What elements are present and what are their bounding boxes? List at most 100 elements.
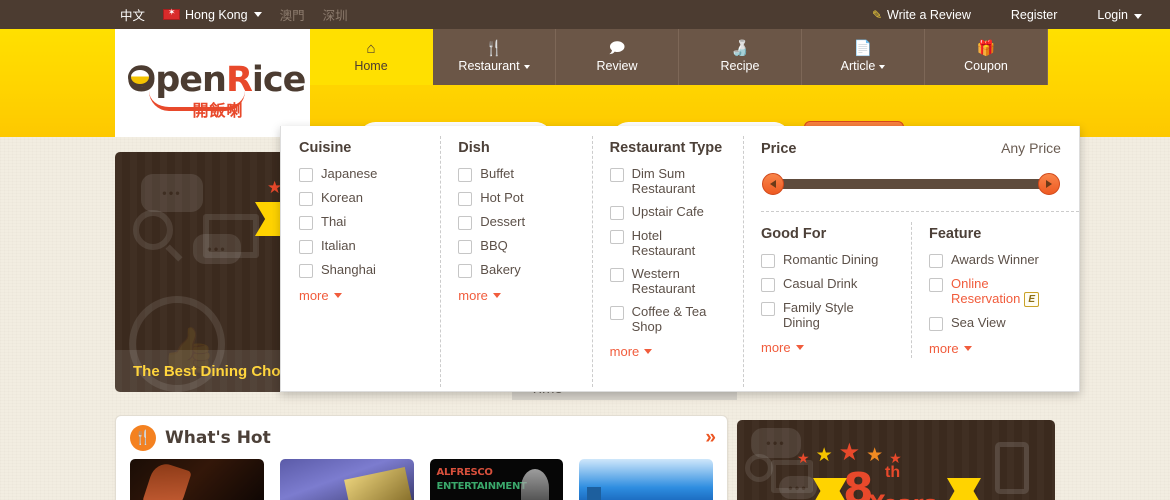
nav-item-article[interactable]: 📄 Article: [802, 29, 925, 85]
checkbox-icon[interactable]: [299, 168, 313, 182]
gift-icon: 🎁: [976, 40, 996, 57]
checkbox-icon[interactable]: [609, 306, 624, 320]
nav-item-review[interactable]: 🗩 Review: [556, 29, 679, 85]
chevron-down-icon: [523, 65, 530, 69]
checkbox-icon[interactable]: [760, 254, 775, 268]
panel-divider: [760, 211, 1079, 212]
filter-column-dish: Dish Buffet Hot Pot Dessert BBQ Bakery m…: [440, 136, 591, 391]
whats-hot-card-sky[interactable]: [579, 459, 713, 500]
checkbox-icon[interactable]: [928, 278, 943, 292]
chevron-down-icon: [1134, 13, 1142, 19]
checkbox-icon[interactable]: [299, 264, 313, 278]
more-link-dish[interactable]: more: [458, 288, 501, 303]
checkbox-dish-dessert[interactable]: Dessert: [458, 214, 573, 230]
checkbox-goodfor-family-style-dining[interactable]: Family Style Dining: [760, 300, 911, 330]
filter-title-good-for: Good For: [760, 226, 827, 242]
nav-item-coupon[interactable]: 🎁 Coupon: [925, 29, 1048, 85]
more-link-good-for[interactable]: more: [761, 340, 804, 355]
star-icon: ★: [797, 450, 810, 466]
checkbox-type-coffee-tea-shop[interactable]: Coffee & Tea Shop: [609, 304, 725, 334]
logo-graphic: OpenRice 開飯喇: [127, 60, 307, 120]
site-header: OpenRice 開飯喇 ⌂ Home 🍴 Restaurant 🗩 Revie…: [0, 29, 1170, 155]
checkbox-dish-bakery[interactable]: Bakery: [458, 262, 573, 278]
price-range-slider[interactable]: [761, 173, 1060, 195]
double-chevron-right-icon[interactable]: »: [705, 427, 715, 449]
more-link-feature[interactable]: more: [929, 341, 972, 356]
nav-item-home[interactable]: ⌂ Home: [310, 29, 433, 85]
checkbox-type-dim-sum[interactable]: Dim Sum Restaurant: [609, 166, 725, 196]
whats-hot-card-shrimp[interactable]: [130, 459, 264, 500]
checkbox-goodfor-romantic-dining[interactable]: Romantic Dining: [760, 252, 911, 268]
cutlery-icon: 🍴: [484, 40, 504, 57]
checkbox-feature-awards-winner[interactable]: Awards Winner: [928, 252, 1061, 268]
logo[interactable]: OpenRice 開飯喇: [115, 29, 310, 137]
write-review-link[interactable]: ✎ Write a Review: [872, 8, 971, 22]
nav-label-recipe: Recipe: [720, 59, 760, 73]
star-rating-icons: ★ ★ ★ ★ ★: [797, 438, 902, 467]
checkbox-icon[interactable]: [609, 230, 624, 244]
checkbox-dish-hot-pot[interactable]: Hot Pot: [458, 190, 573, 206]
checkbox-icon[interactable]: [609, 168, 624, 182]
checkbox-icon[interactable]: [760, 302, 775, 316]
whats-hot-card-alfresco[interactable]: ALFRESCO ENTERTAINMENT: [429, 459, 564, 500]
checkbox-cuisine-italian[interactable]: Italian: [299, 238, 422, 254]
mortar-icon: 🍶: [730, 40, 750, 57]
checkbox-icon[interactable]: [458, 264, 473, 278]
checkbox-cuisine-shanghai[interactable]: Shanghai: [299, 262, 422, 278]
whats-hot-card-building[interactable]: [279, 459, 414, 500]
checkbox-icon[interactable]: [928, 317, 943, 331]
region-link-macau[interactable]: 澳門: [280, 5, 305, 24]
chevron-down-icon: [253, 12, 262, 17]
checkbox-icon[interactable]: [299, 216, 313, 230]
region-selector[interactable]: Hong Kong: [163, 7, 262, 22]
slider-handle-right-icon[interactable]: [1037, 173, 1060, 195]
star-icon: ★: [815, 445, 833, 466]
magnifier-icon: [133, 210, 173, 250]
fork-spoon-icon: 🍴: [130, 424, 156, 451]
nav-item-recipe[interactable]: 🍶 Recipe: [679, 29, 802, 85]
promo-banner-right-lower[interactable]: ••• ••• ★ ★ ★ ★ ★ 8 th Years: [737, 420, 1055, 500]
region-link-shenzhen[interactable]: 深圳: [323, 5, 348, 24]
checkbox-label: Romantic Dining: [782, 252, 879, 267]
checkbox-icon[interactable]: [928, 254, 943, 268]
checkbox-icon[interactable]: [760, 278, 775, 292]
document-icon: 📄: [853, 40, 873, 57]
checkbox-icon[interactable]: [458, 168, 473, 182]
nav-item-restaurant[interactable]: 🍴 Restaurant: [433, 29, 556, 85]
checkbox-feature-sea-view[interactable]: Sea View: [928, 315, 1061, 331]
write-review-label: Write a Review: [887, 7, 971, 22]
checkbox-icon[interactable]: [458, 192, 473, 206]
checkbox-type-western-restaurant[interactable]: Western Restaurant: [609, 266, 725, 296]
checkbox-label: Italian: [321, 238, 356, 253]
checkbox-type-upstair-cafe[interactable]: Upstair Cafe: [609, 204, 725, 220]
checkbox-cuisine-japanese[interactable]: Japanese: [299, 166, 422, 182]
more-link-restaurant-type[interactable]: more: [610, 344, 653, 359]
search-filter-panel: Cuisine Japanese Korean Thai Italian Sha…: [280, 126, 1080, 392]
checkbox-icon[interactable]: [609, 206, 624, 220]
checkbox-dish-buffet[interactable]: Buffet: [458, 166, 573, 182]
checkbox-icon[interactable]: [299, 240, 313, 254]
checkbox-cuisine-korean[interactable]: Korean: [299, 190, 422, 206]
checkbox-icon[interactable]: [458, 216, 473, 230]
checkbox-goodfor-casual-drink[interactable]: Casual Drink: [760, 276, 911, 292]
login-link[interactable]: Login: [1097, 8, 1142, 22]
rice-bowl-icon: [127, 67, 152, 87]
pencil-icon: ✎: [871, 7, 883, 22]
checkbox-type-hotel-restaurant[interactable]: Hotel Restaurant: [609, 228, 725, 258]
more-link-cuisine[interactable]: more: [299, 288, 342, 303]
checkbox-label: Awards Winner: [950, 252, 1039, 267]
checkbox-feature-online-reservation[interactable]: Online Reservation E: [928, 276, 1061, 307]
checkbox-icon[interactable]: [609, 268, 624, 282]
checkbox-cuisine-thai[interactable]: Thai: [299, 214, 422, 230]
smile-swoosh-icon: [148, 91, 245, 111]
checkbox-label: Dim Sum Restaurant: [631, 166, 696, 196]
language-link-chinese[interactable]: 中文: [120, 5, 145, 24]
filter-title-price: Price: [760, 141, 797, 157]
chevron-down-icon: [963, 346, 972, 351]
checkbox-icon[interactable]: [299, 192, 313, 206]
register-link[interactable]: Register: [1011, 8, 1058, 22]
chevron-down-icon: [795, 345, 804, 350]
checkbox-dish-bbq[interactable]: BBQ: [458, 238, 573, 254]
checkbox-icon[interactable]: [458, 240, 473, 254]
slider-handle-left-icon[interactable]: [761, 173, 784, 195]
